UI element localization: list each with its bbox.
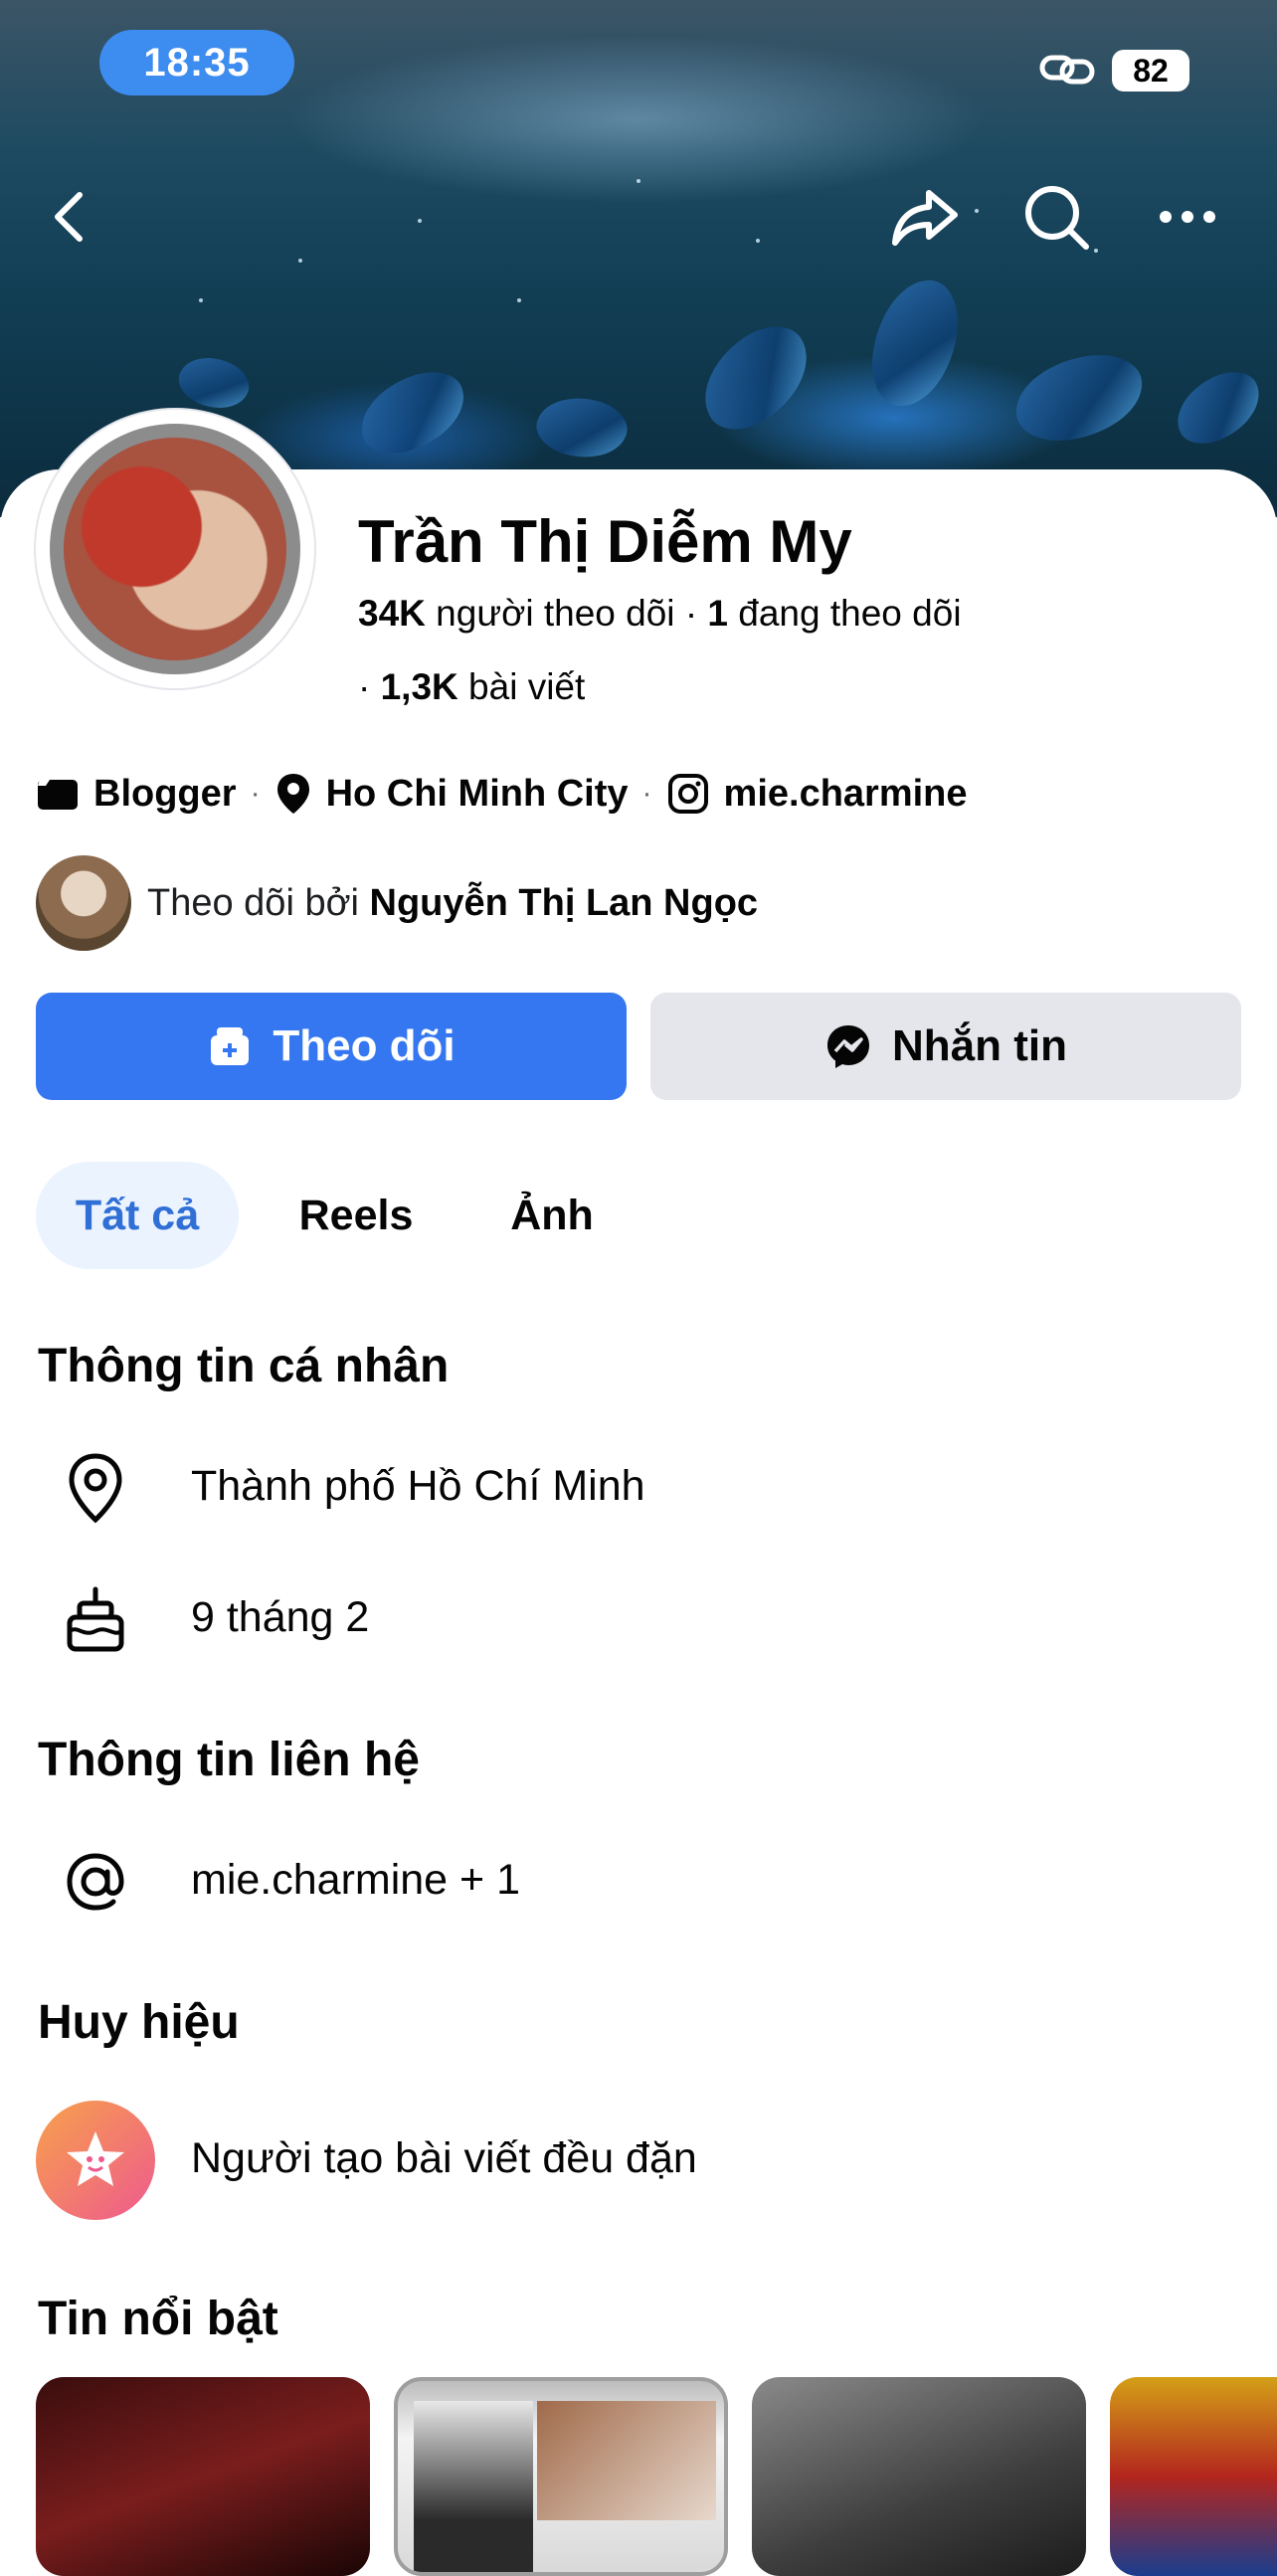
- section-title-contact-info: Thông tin liên hệ: [38, 1734, 420, 1786]
- followers-label: người theo dõi: [436, 593, 675, 634]
- followed-by-name: Nguyễn Thị Lan Ngọc: [369, 881, 759, 924]
- posts-label: bài viết: [468, 666, 586, 707]
- birthday-cake-icon: [56, 1579, 135, 1659]
- search-icon[interactable]: [1016, 177, 1096, 257]
- birthday-text: 9 tháng 2: [191, 1593, 370, 1641]
- followed-by-prefix: Theo dõi bởi: [147, 881, 359, 924]
- following-count: 1: [707, 593, 728, 634]
- message-button[interactable]: Nhắn tin: [650, 993, 1241, 1100]
- location-pin-icon: [274, 772, 312, 816]
- highlight-story[interactable]: [394, 2377, 728, 2576]
- city-text: Thành phố Hồ Chí Minh: [191, 1462, 645, 1510]
- clapperboard-icon: [36, 774, 80, 814]
- instagram-link[interactable]: mie.charmine: [724, 773, 968, 816]
- section-title-highlights: Tin nổi bật: [38, 2293, 278, 2345]
- followers-count: 34K: [358, 593, 426, 634]
- mutual-friend-avatar: [36, 855, 131, 951]
- posts-count: 1,3K: [380, 666, 458, 707]
- highlight-story[interactable]: [752, 2377, 1086, 2576]
- stats-posts: · 1,3K bài viết: [358, 666, 585, 708]
- share-icon[interactable]: [885, 177, 965, 257]
- stats-followers[interactable]: 34K người theo dõi · 1 đang theo dõi: [358, 593, 962, 635]
- tab-photos[interactable]: Ảnh: [477, 1162, 627, 1269]
- separator-dot: ·: [684, 593, 708, 634]
- follow-icon: [207, 1023, 253, 1069]
- highlight-story[interactable]: [1110, 2377, 1277, 2576]
- location-label: Ho Chi Minh City: [325, 772, 629, 815]
- profile-meta: Blogger · Ho Chi Minh City · mie.charmin…: [36, 772, 968, 816]
- followed-by[interactable]: Theo dõi bởi Nguyễn Thị Lan Ngọc: [36, 855, 758, 951]
- separator-dot: ·: [358, 666, 381, 707]
- tab-reels[interactable]: Reels: [269, 1162, 444, 1269]
- follow-button-label: Theo dõi: [273, 1021, 456, 1070]
- badge-text: Người tạo bài viết đều đặn: [191, 2134, 697, 2182]
- status-time: 18:35: [99, 30, 294, 95]
- at-sign-icon: [56, 1842, 135, 1922]
- star-badge-icon[interactable]: [36, 2101, 155, 2220]
- follow-button[interactable]: Theo dõi: [36, 993, 627, 1100]
- avatar[interactable]: [64, 438, 286, 660]
- link-status-icon: [1039, 55, 1095, 85]
- instagram-icon: [666, 772, 710, 816]
- tab-all[interactable]: Tất cả: [36, 1162, 239, 1269]
- contact-handle[interactable]: mie.charmine + 1: [191, 1856, 520, 1905]
- message-button-label: Nhắn tin: [892, 1021, 1067, 1070]
- more-options-icon[interactable]: [1148, 177, 1227, 257]
- section-title-badges: Huy hiệu: [38, 1996, 240, 2049]
- following-label: đang theo dõi: [738, 593, 962, 634]
- messenger-icon: [824, 1022, 872, 1070]
- location-pin-icon: [56, 1448, 135, 1528]
- category-label: Blogger: [93, 772, 237, 815]
- highlight-story[interactable]: [36, 2377, 370, 2576]
- profile-name: Trần Thị Diễm My: [358, 508, 852, 575]
- battery-indicator: 82: [1112, 50, 1189, 92]
- back-icon[interactable]: [32, 177, 111, 257]
- section-title-personal-info: Thông tin cá nhân: [38, 1340, 450, 1392]
